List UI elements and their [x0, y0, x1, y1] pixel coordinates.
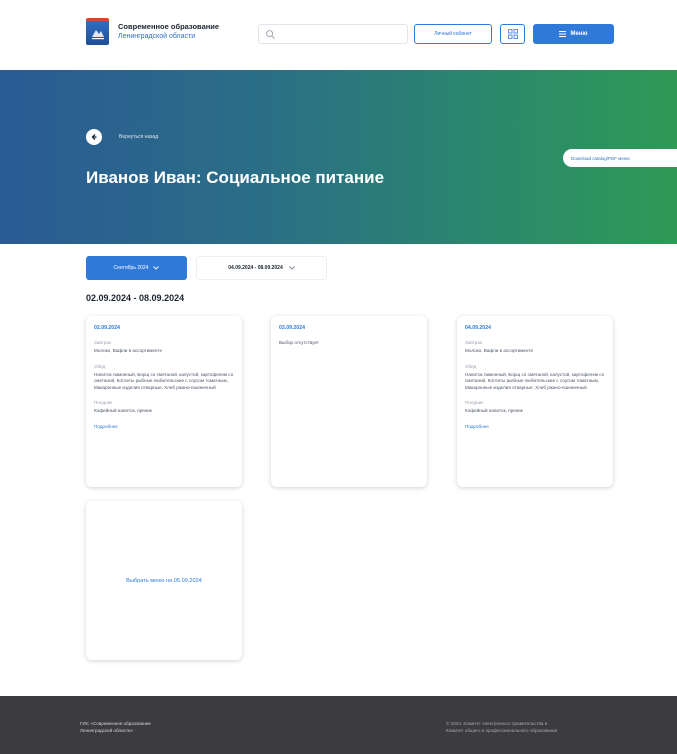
- site-header: Современное образование Ленинградской об…: [0, 0, 677, 70]
- card-date: 02.09.2024: [94, 325, 120, 331]
- meal-title: Обед: [465, 363, 477, 369]
- day-card[interactable]: 04.09.2024 Завтрак Молоко, Вафли в ассор…: [457, 316, 613, 487]
- meal-text: Кофейный напиток, пряник: [94, 408, 152, 414]
- month-dropdown[interactable]: Сентябрь 2024: [86, 256, 187, 280]
- back-button[interactable]: [86, 129, 102, 145]
- footer-brand: ГИС «Современное образование Ленинградск…: [80, 721, 151, 734]
- footer-copyright: © 2024. Комитет электронного правительст…: [446, 721, 626, 734]
- qr-button[interactable]: [500, 24, 525, 44]
- region-emblem-icon[interactable]: [86, 18, 109, 45]
- no-choice-text: Выбор отсутствует: [279, 340, 320, 345]
- page-title: Иванов Иван: Социальное питание: [86, 168, 385, 187]
- day-card[interactable]: 02.09.2024 Завтрак Молоко, Вафли в ассор…: [86, 316, 242, 487]
- select-menu-link[interactable]: Выбрать меню на 05.09.2024: [126, 578, 202, 584]
- week-dropdown-label: 04.09.2024 - 08.09.2024: [228, 265, 283, 271]
- meal-text: Напиток лимонный, Борщ со сметаной, капу…: [465, 371, 605, 390]
- footer-brand-line: Ленинградской области»: [80, 727, 134, 733]
- week-dropdown[interactable]: 04.09.2024 - 08.09.2024: [196, 256, 327, 280]
- week-heading: 02.09.2024 - 08.09.2024: [86, 293, 185, 303]
- arrow-left-icon: [91, 134, 97, 140]
- hamburger-icon: [559, 31, 567, 37]
- footer-copyright-line: Комитет общего и профессионального образ…: [446, 727, 558, 733]
- site-footer: ГИС «Современное образование Ленинградск…: [0, 696, 677, 754]
- details-link[interactable]: Подробнее: [465, 424, 605, 429]
- meal-title: Завтрак: [465, 340, 482, 345]
- chevron-down-icon: [288, 266, 295, 270]
- footer-brand-line: ГИС «Современное образование: [80, 721, 151, 726]
- search-icon: [266, 30, 275, 39]
- day-card[interactable]: 03.09.2024 Выбор отсутствует: [271, 316, 427, 487]
- meal-text: Молоко, Вафли в ассортименте: [465, 348, 534, 353]
- details-link[interactable]: Подробнее: [94, 424, 234, 429]
- meal-title: Полдник: [94, 400, 113, 406]
- card-date: 04.09.2024: [465, 325, 491, 331]
- logo-subtitle: Ленинградской области: [118, 33, 196, 40]
- select-menu-card[interactable]: Выбрать меню на 05.09.2024: [86, 501, 242, 660]
- personal-cabinet-button[interactable]: Личный кабинет: [414, 24, 492, 44]
- meal-text: Молоко, Вафли в ассортименте: [94, 348, 163, 353]
- meal-text: Кофейный напиток, пряник: [465, 408, 523, 414]
- logo-text[interactable]: Современное образование Ленинградской об…: [118, 22, 219, 41]
- month-dropdown-label: Сентябрь 2024: [113, 265, 149, 271]
- meal-title: Обед: [94, 363, 106, 369]
- download-menu-button[interactable]: Download catalog/PDF меню: [563, 149, 677, 167]
- search-input[interactable]: [258, 24, 408, 44]
- menu-label: Меню: [570, 31, 588, 37]
- logo-title: Современное образование: [118, 22, 220, 31]
- meal-title: Завтрак: [94, 340, 111, 345]
- menu-button[interactable]: Меню: [533, 24, 614, 44]
- meal-title: Полдник: [465, 400, 484, 406]
- grid-icon: [507, 29, 518, 39]
- chevron-down-icon: [153, 266, 160, 270]
- back-label[interactable]: Вернуться назад: [119, 134, 158, 140]
- card-date: 03.09.2024: [279, 325, 305, 331]
- meal-text: Напиток лимонный, Борщ со сметаной, капу…: [94, 371, 234, 390]
